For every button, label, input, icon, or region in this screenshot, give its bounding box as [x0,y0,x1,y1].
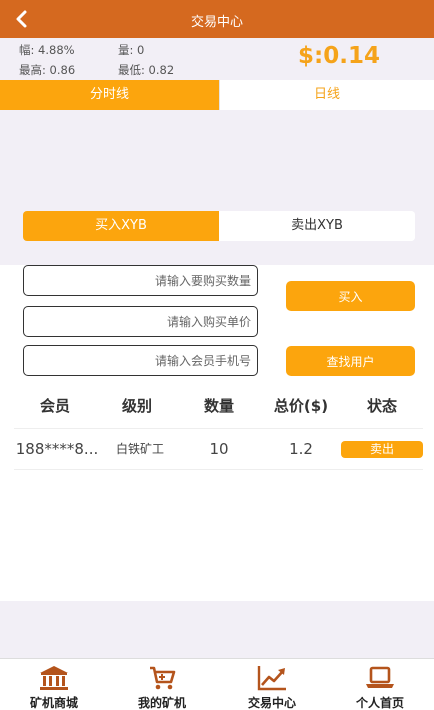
column-header-member: 会员 [39,397,70,415]
sell-button[interactable]: 卖出 [341,441,423,458]
unit-price-input[interactable] [23,306,258,337]
bottom-nav: 矿机商城 我的矿机 交易中心 个人首页 [0,658,434,710]
market-stats: 幅: 4.88% 量: 0 最高: 0.86 最低: 0.82 $:0.14 [0,38,434,80]
quantity-input[interactable] [23,265,258,296]
change-stat: 幅: 4.88% [19,43,75,57]
cell-level: 白铁矿工 [115,442,164,456]
low-stat: 最低: 0.82 [118,63,175,77]
cell-quantity: 10 [209,440,229,458]
cell-total: 1.2 [289,440,313,458]
table-row: 188****8... 白铁矿工 10 1.2 卖出 [14,428,423,470]
tab-time-share[interactable]: 分时线 [0,80,219,110]
tab-sell-xyb[interactable]: 卖出XYB [219,211,415,241]
column-header-quantity: 数量 [203,397,234,415]
nav-item-my-miners[interactable]: 我的矿机 [108,659,216,710]
find-user-button[interactable]: 查找用户 [286,346,415,376]
column-header-level: 级别 [121,397,152,415]
high-stat: 最高: 0.86 [19,63,76,77]
table-header: 会员 级别 数量 总价($) 状态 [0,395,434,419]
chart-tabs: 分时线 日线 [0,80,434,110]
nav-label: 交易中心 [247,696,296,710]
trade-tabs: 买入XYB 卖出XYB [23,211,415,241]
trade-panel: 买入 查找用户 会员 级别 数量 总价($) 状态 188****8... 白铁… [0,265,434,601]
cell-member: 188****8... [15,440,99,458]
buy-button[interactable]: 买入 [286,281,415,311]
nav-label: 我的矿机 [137,696,186,710]
nav-item-mining-shop[interactable]: 矿机商城 [0,659,108,710]
tab-buy-xyb[interactable]: 买入XYB [23,211,219,241]
column-header-status: 状态 [366,397,397,415]
page-title: 交易中心 [190,15,243,30]
nav-item-personal-home[interactable]: 个人首页 [326,659,434,710]
bank-icon [40,666,68,690]
volume-stat: 量: 0 [118,43,145,57]
nav-label: 矿机商城 [29,696,78,710]
laptop-icon [366,666,394,688]
trend-chart-icon [257,666,286,691]
header-bar: 交易中心 [0,0,434,38]
nav-label: 个人首页 [355,696,404,710]
cart-icon [150,666,176,690]
current-price: $:0.14 [298,43,380,69]
nav-item-trade-center[interactable]: 交易中心 [218,659,326,710]
tab-daily[interactable]: 日线 [219,80,434,110]
column-header-total: 总价($) [273,397,329,415]
member-phone-input[interactable] [23,345,258,376]
